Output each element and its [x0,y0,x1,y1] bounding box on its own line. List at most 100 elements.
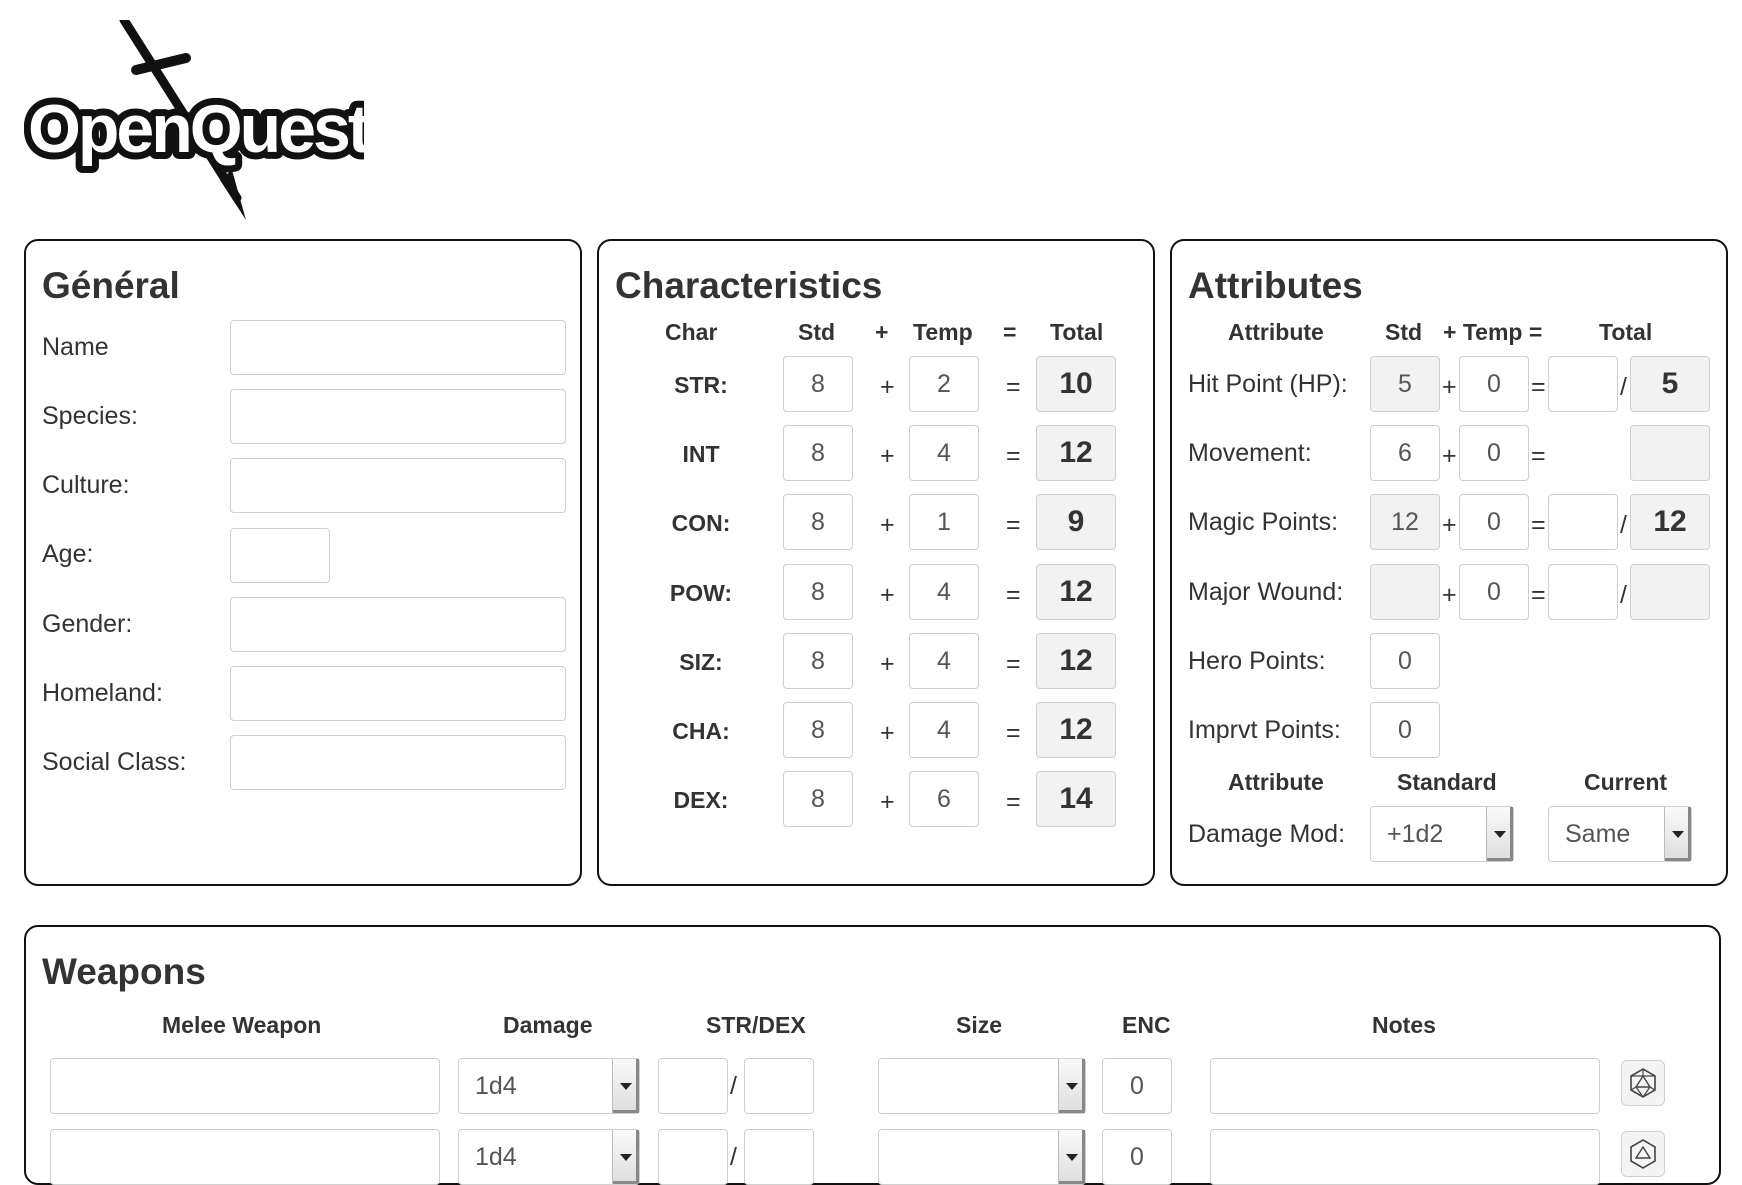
general-title: Général [42,265,180,306]
notes-header: Notes [1372,1012,1436,1038]
equals-sign: = [1006,581,1021,609]
total-header: Total [1050,319,1104,345]
species-field[interactable] [230,389,566,444]
con-temp-field[interactable]: 1 [909,494,979,550]
damage-mod-standard-select[interactable]: +1d2 [1370,806,1514,862]
pow-temp-field[interactable]: 4 [909,564,979,620]
characteristics-title: Characteristics [615,265,883,306]
hp-current-field[interactable] [1548,356,1618,412]
plus-sign: + [880,788,895,816]
enc-field[interactable]: 0 [1102,1129,1172,1185]
str-field[interactable] [658,1058,728,1114]
str-temp-field[interactable]: 2 [909,356,979,412]
plus-sign: + [880,581,895,609]
movement-temp-field[interactable]: 0 [1459,425,1529,481]
str-dex-header: STR/DEX [706,1012,806,1038]
characteristics-panel: Characteristics Char Std + Temp = Total … [597,239,1155,886]
con-std-field[interactable]: 8 [783,494,853,550]
int-std-field[interactable]: 8 [783,425,853,481]
equals-sign: = [1006,719,1021,747]
imprvt-points-field[interactable]: 0 [1370,702,1440,758]
int-total: 12 [1036,425,1116,481]
con-total: 9 [1036,494,1116,550]
imprvt-points-label: Imprvt Points: [1188,716,1341,744]
dex-field[interactable] [744,1129,814,1185]
slash: / [1620,581,1627,609]
std-header: Std [798,319,836,345]
age-field[interactable] [230,528,330,583]
char-label-pow: POW: [669,580,733,606]
damage-select[interactable]: 1d4 [458,1129,640,1185]
melee-weapon-field[interactable] [50,1129,440,1185]
enc-field[interactable]: 0 [1102,1058,1172,1114]
damage-mod-current-value: Same [1565,819,1631,848]
char-header: Char [665,319,718,345]
melee-weapon-header: Melee Weapon [162,1012,322,1038]
hp-label: Hit Point (HP): [1188,370,1348,398]
str-field[interactable] [658,1129,728,1185]
chevron-down-icon[interactable] [612,1059,639,1113]
plus-header: + [875,319,889,345]
hero-points-field[interactable]: 0 [1370,633,1440,689]
enc-header: ENC [1122,1012,1171,1038]
damage-header: Damage [503,1012,593,1038]
eq-header: = [1003,319,1017,345]
notes-field[interactable] [1210,1058,1600,1114]
current-header: Current [1584,769,1668,795]
homeland-field[interactable] [230,666,566,721]
standard-header: Standard [1397,769,1497,795]
magic-points-temp-field[interactable]: 0 [1459,494,1529,550]
movement-std-field[interactable]: 6 [1370,425,1440,481]
magic-points-current-field[interactable] [1548,494,1618,550]
notes-field[interactable] [1210,1129,1600,1185]
hp-temp-field[interactable]: 0 [1459,356,1529,412]
major-wound-current-field[interactable] [1548,564,1618,620]
gender-field[interactable] [230,597,566,652]
siz-temp-field[interactable]: 4 [909,633,979,689]
equals-sign: = [1006,650,1021,678]
culture-field[interactable] [230,458,566,513]
name-field[interactable] [230,320,566,375]
chevron-down-icon[interactable] [1058,1130,1085,1184]
d20-icon [1630,1139,1656,1169]
slash: / [1620,373,1627,401]
int-temp-field[interactable]: 4 [909,425,979,481]
social-class-field[interactable] [230,735,566,790]
major-wound-temp-field[interactable]: 0 [1459,564,1529,620]
age-label: Age: [42,540,94,568]
dex-std-field[interactable]: 8 [783,771,853,827]
dex-total: 14 [1036,771,1116,827]
damage-mod-label: Damage Mod: [1188,820,1346,848]
char-label-con: CON: [671,510,731,536]
dice-roll-button[interactable] [1621,1060,1665,1106]
temp-header: + Temp = [1443,319,1543,345]
logo-text: OpenQuest [28,91,364,167]
cha-std-field[interactable]: 8 [783,702,853,758]
char-label-str: STR: [674,372,728,398]
slash: / [730,1143,737,1171]
chevron-down-icon[interactable] [1664,807,1691,861]
pow-std-field[interactable]: 8 [783,564,853,620]
equals-sign: = [1006,511,1021,539]
slash: / [730,1072,737,1100]
str-std-field[interactable]: 8 [783,356,853,412]
chevron-down-icon[interactable] [612,1130,639,1184]
size-select[interactable] [878,1129,1086,1185]
equals-sign: = [1006,373,1021,401]
dex-temp-field[interactable]: 6 [909,771,979,827]
siz-std-field[interactable]: 8 [783,633,853,689]
size-select[interactable] [878,1058,1086,1114]
chevron-down-icon[interactable] [1058,1059,1085,1113]
plus-sign: + [1442,511,1457,539]
dex-field[interactable] [744,1058,814,1114]
char-label-int: INT [682,441,720,467]
cha-temp-field[interactable]: 4 [909,702,979,758]
melee-weapon-field[interactable] [50,1058,440,1114]
damage-select[interactable]: 1d4 [458,1058,640,1114]
attribute-header-2: Attribute [1228,769,1324,795]
damage-mod-current-select[interactable]: Same [1548,806,1692,862]
openquest-logo: OpenQuest [21,15,380,225]
plus-sign: + [880,373,895,401]
dice-roll-button[interactable] [1621,1131,1665,1177]
chevron-down-icon[interactable] [1486,807,1513,861]
